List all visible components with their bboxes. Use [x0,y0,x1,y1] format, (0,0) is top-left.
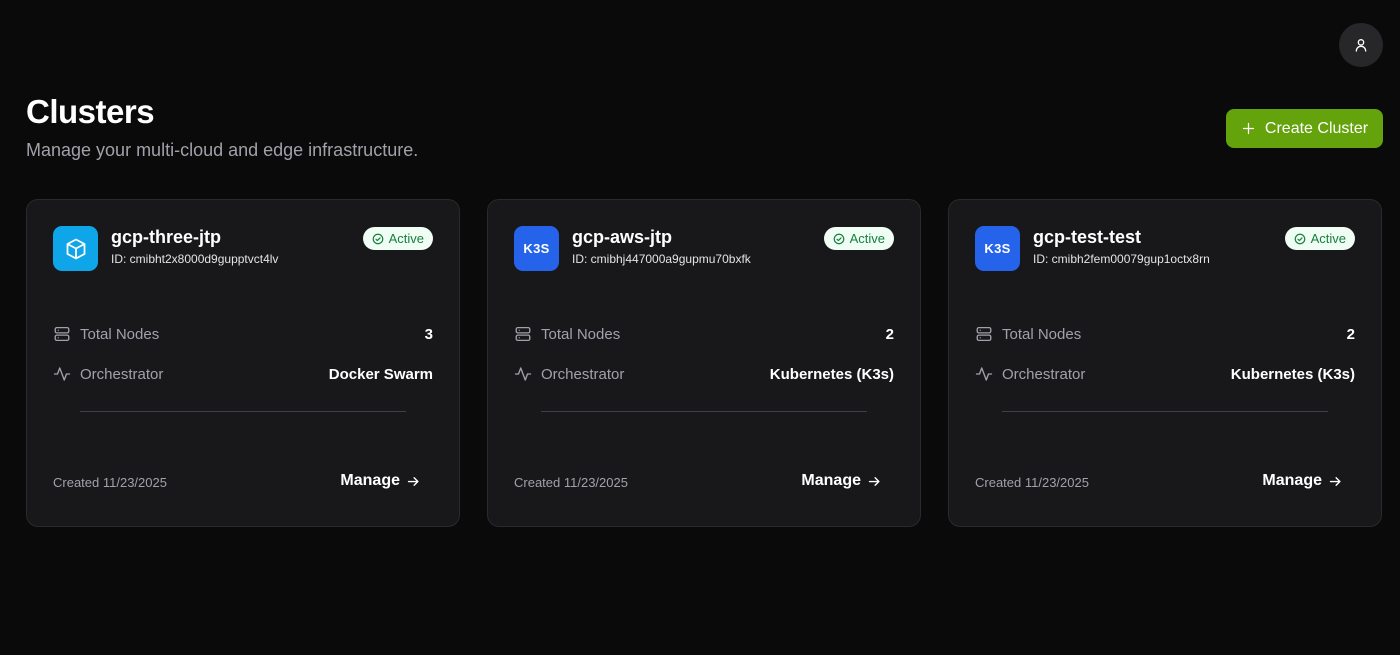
k3s-icon-text: K3S [984,241,1011,256]
manage-button[interactable]: Manage [801,472,882,490]
total-nodes-value: 2 [885,325,894,343]
cluster-card[interactable]: K3S gcp-aws-jtp ID: cmibhj447000a9gupmu7… [487,199,921,527]
arrow-right-icon [407,476,419,486]
orchestrator-label: Orchestrator [1002,365,1086,383]
status-badge: Active [823,227,894,250]
status-label: Active [849,231,885,246]
total-nodes-value: 2 [1346,325,1355,343]
cluster-id: ID: cmibh2fem00079gup1octx8rn [1033,252,1210,266]
activity-icon [975,367,993,381]
orchestrator-value: Kubernetes (K3s) [1230,365,1355,383]
orchestrator-row: Orchestrator Docker Swarm [53,363,433,385]
server-icon [515,326,531,342]
arrow-right-icon [1329,476,1341,486]
cluster-id: ID: cmibhj447000a9gupmu70bxfk [572,252,751,266]
activity-icon [514,367,532,381]
total-nodes-value: 3 [424,325,433,343]
server-icon [976,326,992,342]
cluster-icon [53,226,98,271]
cube-icon [66,238,85,259]
orchestrator-value: Docker Swarm [328,365,433,383]
total-nodes-row: Total Nodes 2 [514,323,894,345]
total-nodes-row: Total Nodes 3 [53,323,433,345]
created-date: Created 11/23/2025 [53,475,167,490]
created-date: Created 11/23/2025 [514,475,628,490]
orchestrator-row: Orchestrator Kubernetes (K3s) [975,363,1355,385]
orchestrator-label: Orchestrator [541,365,625,383]
cluster-id: ID: cmibht2x8000d9gupptvct4lv [111,252,279,266]
created-date: Created 11/23/2025 [975,475,1089,490]
status-label: Active [1310,231,1346,246]
k3s-icon: K3S [514,226,559,271]
orchestrator-label: Orchestrator [80,365,164,383]
k3s-icon-text: K3S [523,241,550,256]
check-circle-icon [372,233,383,244]
check-circle-icon [1294,233,1305,244]
server-icon [54,326,70,342]
cluster-card[interactable]: K3S gcp-test-test ID: cmibh2fem00079gup1… [948,199,1382,527]
create-cluster-button[interactable]: Create Cluster [1226,109,1383,148]
check-circle-icon [833,233,844,244]
orchestrator-row: Orchestrator Kubernetes (K3s) [514,363,894,385]
manage-label: Manage [801,472,861,489]
manage-button[interactable]: Manage [1262,472,1343,490]
card-divider [1002,411,1328,412]
user-icon [1355,39,1367,52]
k3s-icon: K3S [975,226,1020,271]
total-nodes-label: Total Nodes [541,325,621,343]
arrow-right-icon [868,476,880,486]
clusters-page: Clusters Manage your multi-cloud and edg… [0,0,1400,655]
status-badge: Active [362,227,433,250]
user-avatar-button[interactable] [1339,23,1383,67]
status-badge: Active [1284,227,1355,250]
manage-label: Manage [1262,472,1322,489]
total-nodes-row: Total Nodes 2 [975,323,1355,345]
status-label: Active [388,231,424,246]
manage-label: Manage [340,472,400,489]
plus-icon [1242,122,1255,135]
cluster-name: gcp-test-test [1033,227,1142,247]
manage-button[interactable]: Manage [340,472,421,490]
orchestrator-value: Kubernetes (K3s) [769,365,894,383]
cluster-name: gcp-aws-jtp [572,227,673,247]
page-subtitle: Manage your multi-cloud and edge infrast… [26,140,419,160]
cluster-card[interactable]: gcp-three-jtp ID: cmibht2x8000d9gupptvct… [26,199,460,527]
total-nodes-label: Total Nodes [1002,325,1082,343]
page-title: Clusters [26,93,155,130]
create-cluster-label: Create Cluster [1264,119,1369,137]
activity-icon [53,367,71,381]
card-divider [80,411,406,412]
total-nodes-label: Total Nodes [80,325,160,343]
cluster-name: gcp-three-jtp [111,227,221,247]
card-divider [541,411,867,412]
